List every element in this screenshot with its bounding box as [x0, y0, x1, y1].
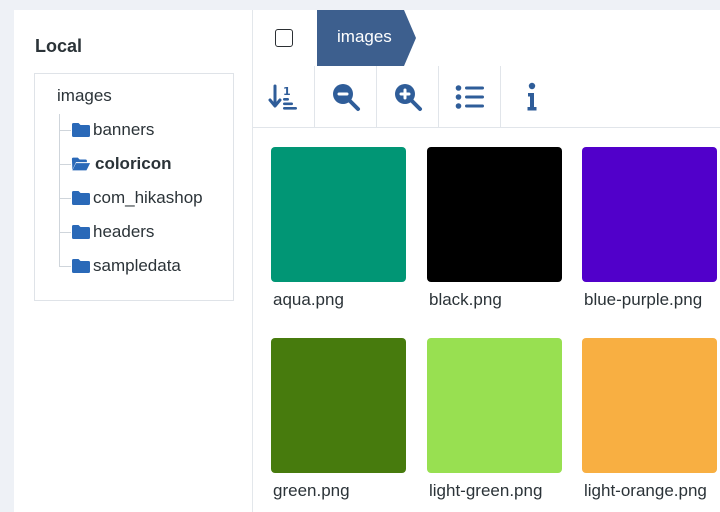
zoom-out-icon: [332, 84, 360, 111]
file-tile-blue-purple[interactable]: blue-purple.png: [582, 147, 720, 310]
tree-item-label: sampledata: [93, 256, 181, 275]
zoom-in-icon: [394, 84, 422, 111]
file-name: aqua.png: [273, 290, 344, 309]
tree-item-headers[interactable]: headers: [59, 220, 154, 244]
tree-item-label: com_hikashop: [93, 188, 203, 207]
file-name: black.png: [429, 290, 502, 309]
zoom-in-button[interactable]: [377, 66, 439, 128]
select-all-checkbox[interactable]: [275, 29, 293, 47]
file-thumbnail[interactable]: [427, 147, 562, 282]
tree-item-coloricon[interactable]: coloricon: [59, 152, 172, 176]
tree-item-com-hikashop[interactable]: com_hikashop: [59, 186, 203, 210]
folder-icon: [71, 190, 91, 206]
info-button[interactable]: [501, 66, 563, 128]
media-browser: images 1 aqua.png black.png blue-purple.…: [252, 10, 720, 512]
breadcrumb-current: images: [337, 27, 392, 46]
tree-item-label: coloricon: [95, 154, 172, 173]
file-tile-light-orange[interactable]: light-orange.png: [582, 338, 720, 501]
sort-ascending-icon: 1: [268, 84, 297, 110]
file-thumbnail[interactable]: [427, 338, 562, 473]
file-thumbnail[interactable]: [582, 147, 717, 282]
zoom-out-button[interactable]: [315, 66, 377, 128]
file-name: green.png: [273, 481, 350, 500]
svg-text:1: 1: [283, 85, 291, 98]
tree-item-label: headers: [93, 222, 155, 241]
file-tile-aqua[interactable]: aqua.png: [271, 147, 411, 310]
file-thumbnail[interactable]: [582, 338, 717, 473]
folder-icon: [71, 122, 91, 138]
sidebar-title: Local: [35, 36, 83, 56]
file-thumbnail[interactable]: [271, 338, 406, 473]
toolbar: 1: [253, 66, 720, 128]
tree-item-label: banners: [93, 120, 155, 139]
folder-icon: [71, 224, 91, 240]
sort-button[interactable]: 1: [253, 66, 315, 128]
list-view-button[interactable]: [439, 66, 501, 128]
folder-icon: [71, 258, 91, 274]
tree-root-images[interactable]: images: [57, 86, 112, 106]
file-thumbnail[interactable]: [271, 147, 406, 282]
info-icon: [527, 82, 537, 111]
file-tile-light-green[interactable]: light-green.png: [427, 338, 567, 501]
folder-open-icon: [71, 156, 91, 172]
file-tile-black[interactable]: black.png: [427, 147, 567, 310]
file-name: light-green.png: [429, 481, 543, 500]
tree-item-banners[interactable]: banners: [59, 118, 154, 142]
tree-item-sampledata[interactable]: sampledata: [59, 254, 181, 278]
topbar: images: [253, 10, 720, 66]
list-view-icon: [455, 85, 484, 109]
sidebar: Local images banners coloricon com_hikas…: [14, 10, 252, 512]
file-name: blue-purple.png: [584, 290, 703, 309]
folder-tree: images banners coloricon com_hikashop he…: [34, 73, 234, 301]
file-name: light-orange.png: [584, 481, 707, 500]
file-tile-green[interactable]: green.png: [271, 338, 411, 501]
